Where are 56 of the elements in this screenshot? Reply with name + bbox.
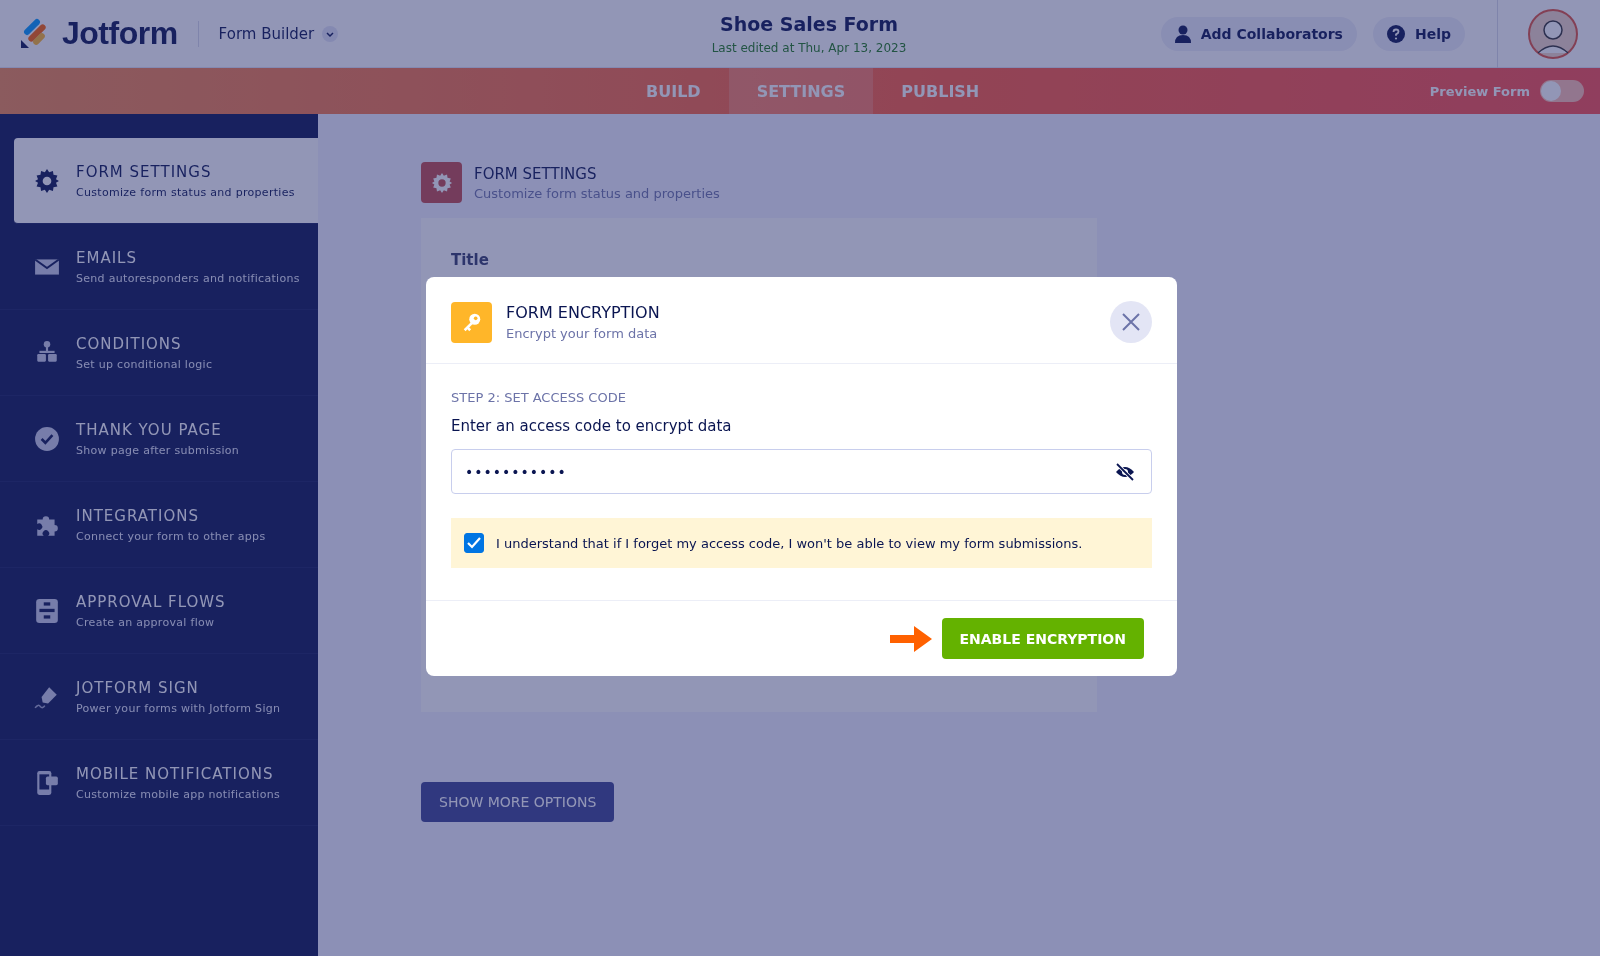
access-code-field[interactable]: ••••••••••• <box>451 449 1152 494</box>
sidebar-item-subtitle: Customize form status and properties <box>76 185 295 199</box>
mobile-icon <box>34 769 60 796</box>
close-icon <box>1122 313 1140 331</box>
enable-encryption-button[interactable]: ENABLE ENCRYPTION <box>941 618 1144 659</box>
sidebar-item[interactable]: THANK YOU PAGE Show page after submission <box>0 396 318 482</box>
dialog-subtitle: Encrypt your form data <box>506 326 659 341</box>
sidebar-item-title: FORM SETTINGS <box>76 162 213 181</box>
acknowledge-text: I understand that if I forget my access code, I won't be able to view my form submissions. <box>496 535 1083 551</box>
help-icon <box>1386 24 1405 43</box>
access-code-label: Enter an access code to encrypt data <box>451 417 733 435</box>
dialog-title: FORM ENCRYPTION <box>506 303 661 322</box>
sidebar-item[interactable]: APPROVAL FLOWS Create an approval flow <box>0 568 318 654</box>
form-title[interactable]: Shoe Sales Form <box>720 12 898 35</box>
eye-slash-icon[interactable] <box>1115 462 1135 481</box>
form-builder-menu[interactable]: Form Builder <box>218 24 339 43</box>
chevron-down-icon <box>322 25 339 42</box>
gear-icon <box>430 171 453 194</box>
sidebar-item[interactable]: JOTFORM SIGN Power your forms with Jotform Sign <box>0 654 318 740</box>
sidebar-item-subtitle: Customize mobile app notifications <box>76 787 281 801</box>
close-button[interactable] <box>1110 301 1152 343</box>
title-label: Title <box>451 251 489 269</box>
sidebar-item-title: EMAILS <box>76 248 138 267</box>
sidebar-item-title: THANK YOU PAGE <box>76 420 223 439</box>
sidebar-item-subtitle: Set up conditional logic <box>76 357 213 371</box>
page-subtitle: Customize form status and properties <box>474 185 720 201</box>
user-icon <box>1174 24 1191 43</box>
sidebar-item-subtitle: Show page after submission <box>76 443 240 457</box>
sidebar-item[interactable]: INTEGRATIONS Connect your form to other apps <box>0 482 318 568</box>
sidebar-item-subtitle: Connect your form to other apps <box>76 529 266 543</box>
sidebar-item[interactable]: EMAILS Send autoresponders and notifications <box>0 224 318 310</box>
sidebar-item-title: APPROVAL FLOWS <box>76 592 226 611</box>
sidebar-item-title: CONDITIONS <box>76 334 183 353</box>
sidebar-item-subtitle: Send autoresponders and notifications <box>76 271 300 285</box>
checkbox[interactable] <box>464 533 484 553</box>
last-edited-text: Last edited at Thu, Apr 13, 2023 <box>711 40 907 55</box>
show-more-options-button[interactable]: SHOW MORE OPTIONS <box>421 782 615 822</box>
preview-form-label: Preview Form <box>1429 83 1530 99</box>
add-collaborators-button[interactable]: Add Collaborators <box>1160 16 1357 51</box>
check-circle-icon <box>34 425 60 452</box>
sidebar-item-subtitle: Power your forms with Jotform Sign <box>76 701 281 715</box>
sidebar-item-title: JOTFORM SIGN <box>76 678 200 697</box>
gear-icon <box>34 167 60 194</box>
sidebar-item-title: INTEGRATIONS <box>76 506 200 525</box>
flowchart-icon <box>34 597 60 624</box>
help-button[interactable]: Help <box>1372 16 1465 51</box>
sidebar-item[interactable]: FORM SETTINGS Customize form status and properties <box>14 138 318 224</box>
preview-toggle[interactable] <box>1540 80 1584 102</box>
avatar-icon[interactable] <box>1528 8 1578 59</box>
sidebar-item[interactable]: MOBILE NOTIFICATIONS Customize mobile app notifications <box>0 740 318 826</box>
sidebar-item[interactable]: CONDITIONS Set up conditional logic <box>0 310 318 396</box>
logo-wordmark[interactable]: Jotform <box>62 15 178 52</box>
sidebar-item-title: MOBILE NOTIFICATIONS <box>76 764 275 783</box>
step-label: STEP 2: SET ACCESS CODE <box>451 390 627 405</box>
page-title: FORM SETTINGS <box>474 164 598 183</box>
sidebar-item-subtitle: Create an approval flow <box>76 615 216 629</box>
